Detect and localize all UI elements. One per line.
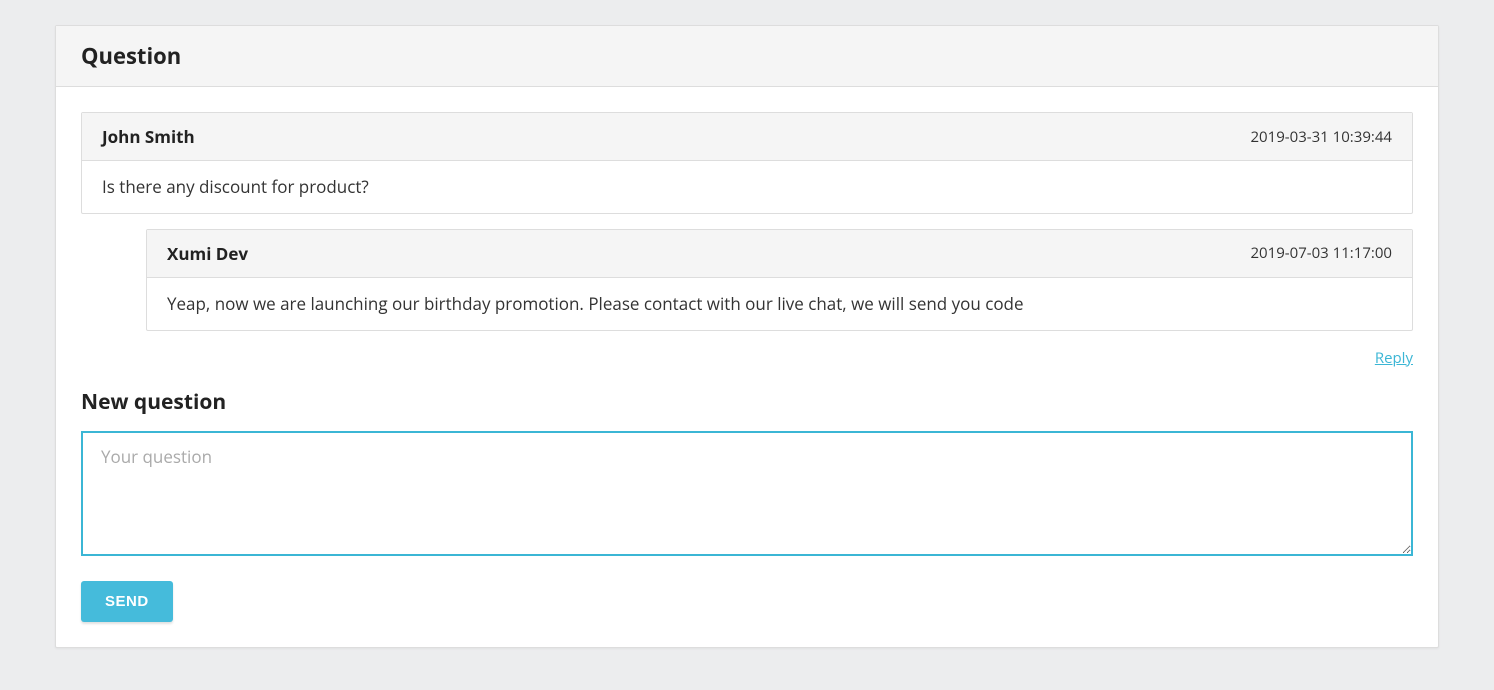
send-button[interactable]: SEND [81, 581, 173, 622]
panel-body: John Smith 2019-03-31 10:39:44 Is there … [56, 87, 1438, 647]
new-question-title: New question [81, 388, 1413, 416]
question-textarea[interactable] [81, 431, 1413, 556]
message-header: John Smith 2019-03-31 10:39:44 [82, 113, 1412, 161]
message-author: Xumi Dev [167, 242, 248, 265]
message-card: John Smith 2019-03-31 10:39:44 Is there … [81, 112, 1413, 214]
message-header: Xumi Dev 2019-07-03 11:17:00 [147, 230, 1412, 278]
message-timestamp: 2019-07-03 11:17:00 [1250, 243, 1392, 263]
message-timestamp: 2019-03-31 10:39:44 [1250, 127, 1392, 147]
panel-title: Question [81, 41, 1413, 71]
panel-header: Question [56, 26, 1438, 87]
message-body: Is there any discount for product? [82, 161, 1412, 213]
reply-link[interactable]: Reply [1375, 348, 1413, 368]
reply-link-row: Reply [81, 346, 1413, 368]
message-body: Yeap, now we are launching our birthday … [147, 278, 1412, 330]
message-card-reply: Xumi Dev 2019-07-03 11:17:00 Yeap, now w… [146, 229, 1413, 331]
message-author: John Smith [102, 125, 195, 148]
question-panel: Question John Smith 2019-03-31 10:39:44 … [55, 25, 1439, 648]
